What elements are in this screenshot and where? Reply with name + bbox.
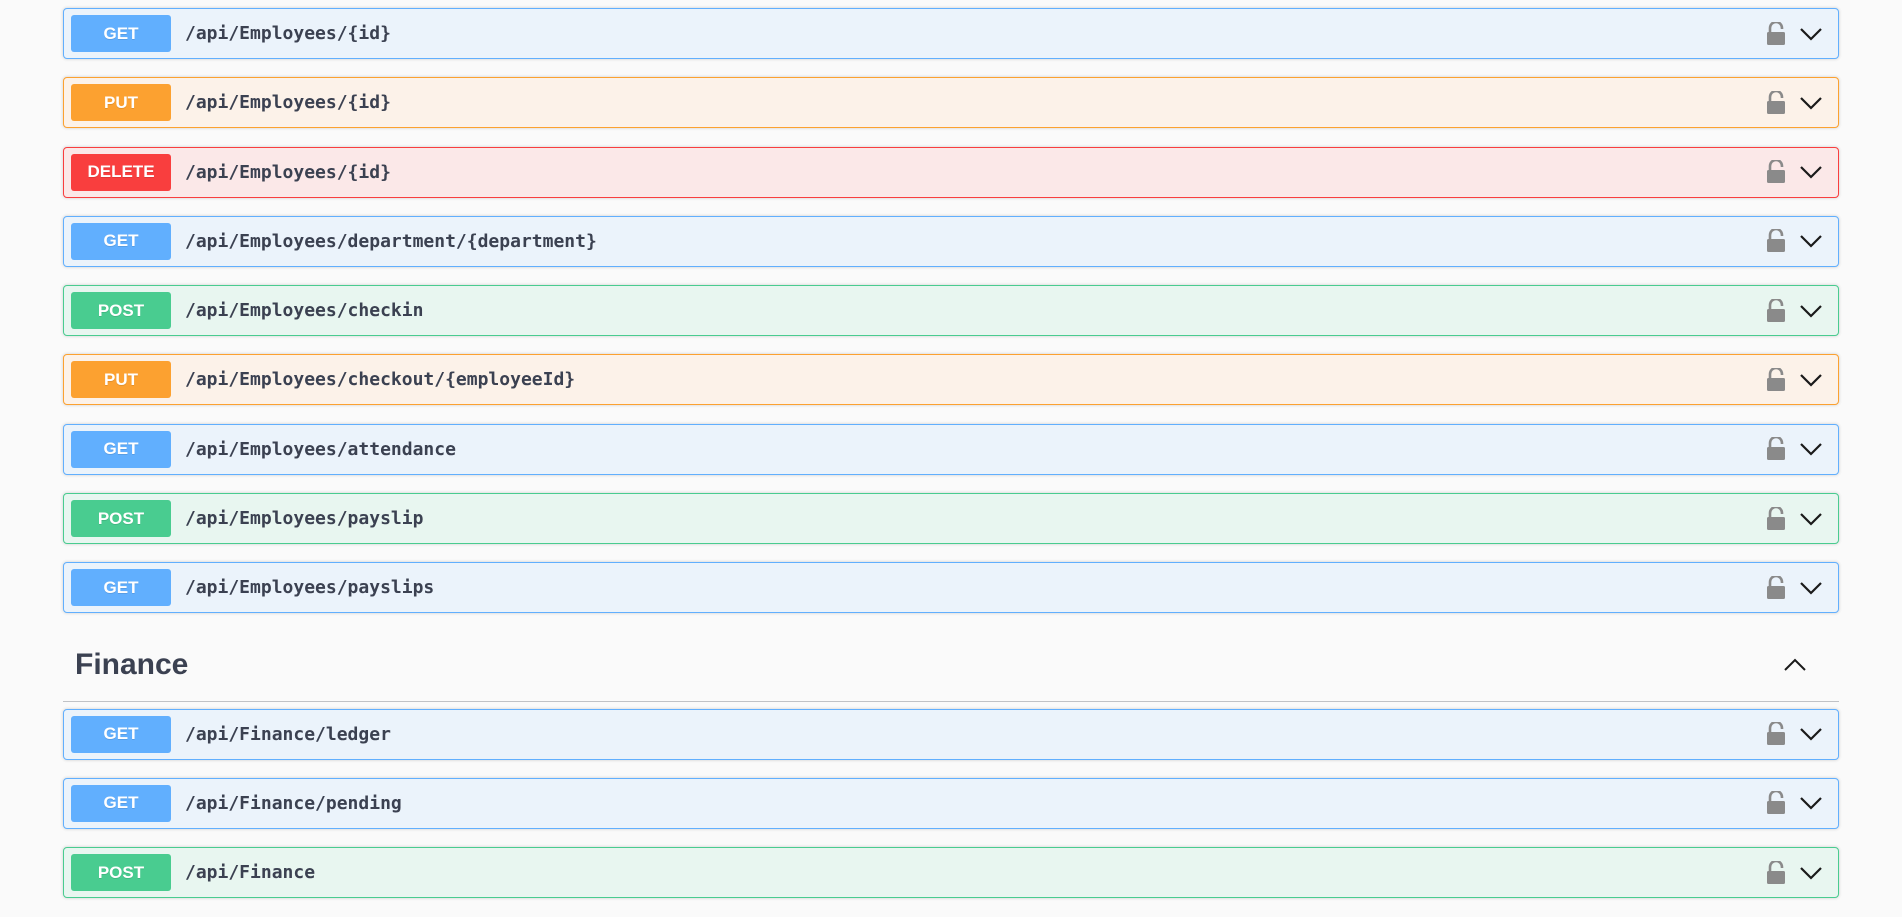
method-badge: GET [71, 715, 171, 753]
lock-icon[interactable] [1766, 21, 1786, 46]
method-badge: POST [71, 500, 171, 538]
opblock-get[interactable]: GET/api/Employees/attendance [63, 423, 1839, 475]
endpoint-path: /api/Employees/{id} [185, 161, 391, 183]
endpoint-path: /api/Finance/ledger [185, 723, 391, 745]
chevron-down-icon[interactable] [1798, 90, 1824, 116]
opblock-actions [1766, 21, 1824, 47]
opblock-get[interactable]: GET/api/Employees/{id} [63, 8, 1839, 59]
opblock-actions [1766, 575, 1824, 601]
chevron-down-icon[interactable] [1798, 575, 1824, 601]
opblock-get[interactable]: GET/api/Employees/department/{department… [63, 215, 1839, 267]
opblock-get[interactable]: GET/api/Finance/pending [63, 777, 1839, 829]
chevron-down-icon[interactable] [1798, 436, 1824, 462]
endpoint-path: /api/Employees/department/{department} [185, 230, 597, 252]
endpoint-path: /api/Employees/checkout/{employeeId} [185, 369, 576, 391]
finance-section-header[interactable]: Finance [63, 630, 1839, 702]
opblock-actions [1766, 506, 1824, 532]
endpoint-path: /api/Employees/{id} [185, 23, 391, 44]
endpoint-path: /api/Employees/payslip [185, 508, 424, 530]
opblock-actions [1766, 436, 1824, 462]
method-badge: GET [71, 569, 171, 607]
lock-icon[interactable] [1766, 437, 1786, 461]
opblock-post[interactable]: POST/api/Employees/payslip [63, 493, 1839, 545]
opblock-actions [1766, 298, 1824, 324]
opblock-put[interactable]: PUT/api/Employees/{id} [63, 77, 1839, 129]
chevron-down-icon[interactable] [1798, 721, 1824, 747]
method-badge: GET [71, 222, 171, 260]
finance-operations: GET/api/Finance/ledger GET/api/Finance/pe… [63, 708, 1839, 899]
lock-icon[interactable] [1766, 575, 1786, 600]
method-badge: PUT [71, 84, 171, 122]
opblock-actions [1766, 860, 1824, 886]
method-badge: GET [71, 784, 171, 822]
opblock-post[interactable]: POST/api/Finance [63, 847, 1839, 899]
endpoint-path: /api/Employees/payslips [185, 577, 435, 599]
lock-icon[interactable] [1766, 506, 1786, 531]
opblock-get[interactable]: GET/api/Finance/ledger [63, 708, 1839, 760]
chevron-down-icon[interactable] [1798, 228, 1824, 254]
endpoint-path: /api/Employees/attendance [185, 438, 456, 460]
opblock-put[interactable]: PUT/api/Employees/checkout/{employeeId} [63, 354, 1839, 406]
chevron-down-icon[interactable] [1798, 298, 1824, 324]
endpoint-path: /api/Employees/checkin [185, 300, 424, 322]
opblock-delete[interactable]: DELETE/api/Employees/{id} [63, 146, 1839, 198]
lock-icon[interactable] [1766, 298, 1786, 323]
chevron-down-icon[interactable] [1798, 159, 1824, 185]
opblock-actions [1766, 159, 1824, 185]
operations-container: GET/api/Employees/{id} PUT/api/Employees/… [63, 8, 1839, 917]
method-badge: PUT [71, 361, 171, 399]
method-badge: POST [71, 292, 171, 330]
chevron-down-icon[interactable] [1798, 860, 1824, 886]
endpoint-path: /api/Employees/{id} [185, 92, 391, 114]
method-badge: GET [71, 430, 171, 468]
chevron-down-icon[interactable] [1798, 506, 1824, 532]
chevron-down-icon[interactable] [1798, 367, 1824, 393]
opblock-actions [1766, 228, 1824, 254]
lock-icon[interactable] [1766, 722, 1786, 746]
chevron-up-icon[interactable] [1781, 651, 1809, 679]
chevron-down-icon[interactable] [1798, 21, 1824, 47]
method-badge: POST [71, 854, 171, 892]
opblock-actions [1766, 367, 1824, 393]
opblock-actions [1766, 721, 1824, 747]
endpoint-path: /api/Finance/pending [185, 792, 402, 814]
lock-icon[interactable] [1766, 367, 1786, 392]
endpoint-path: /api/Finance [185, 862, 316, 884]
employees-operations: GET/api/Employees/{id} PUT/api/Employees/… [63, 8, 1839, 614]
lock-icon[interactable] [1766, 160, 1786, 184]
chevron-down-icon[interactable] [1798, 790, 1824, 816]
opblock-actions [1766, 790, 1824, 816]
method-badge: GET [71, 15, 171, 52]
opblock-post[interactable]: POST/api/Employees/checkin [63, 285, 1839, 337]
lock-icon[interactable] [1766, 791, 1786, 815]
section-title: Finance [75, 648, 189, 682]
lock-icon[interactable] [1766, 860, 1786, 885]
method-badge: DELETE [71, 153, 171, 191]
opblock-actions [1766, 90, 1824, 116]
opblock-get[interactable]: GET/api/Employees/payslips [63, 562, 1839, 614]
lock-icon[interactable] [1766, 90, 1786, 115]
lock-icon[interactable] [1766, 229, 1786, 253]
